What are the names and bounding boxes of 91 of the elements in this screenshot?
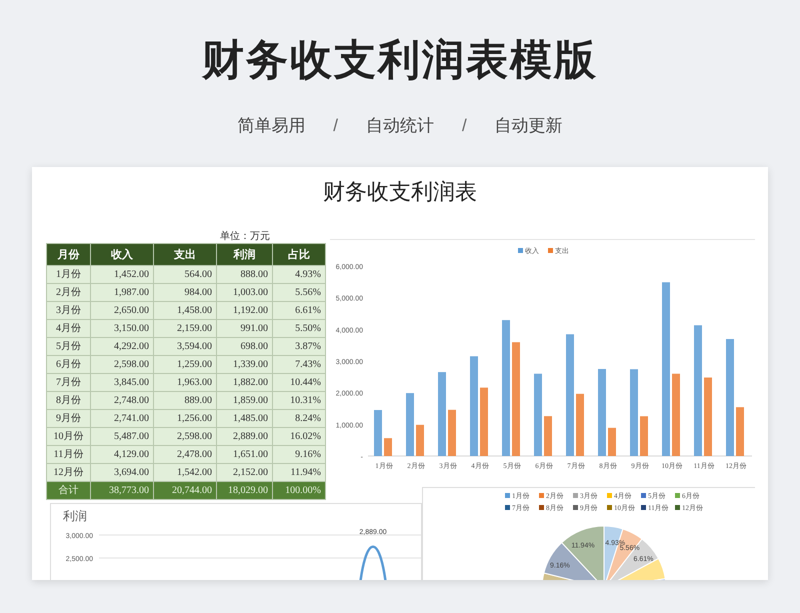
column-header: 支出 [154, 244, 216, 266]
table-cell: 2,748.00 [90, 392, 154, 410]
table-cell: 5月份 [46, 338, 90, 356]
column-header: 收入 [90, 244, 154, 266]
table-cell: 1,003.00 [216, 284, 272, 302]
column-header: 占比 [272, 244, 326, 266]
table-cell: 3,845.00 [90, 374, 154, 392]
table-cell: 12月份 [46, 464, 90, 482]
table-cell: 1,882.00 [216, 374, 272, 392]
bar [448, 410, 456, 456]
table-cell: 2,741.00 [90, 410, 154, 428]
total-cell: 18,029.00 [216, 482, 272, 500]
table-cell: 2,159.00 [154, 320, 216, 338]
table-cell: 888.00 [216, 266, 272, 284]
table-cell: 2,889.00 [216, 428, 272, 446]
table-cell: 3,694.00 [90, 464, 154, 482]
table-cell: 7.43% [272, 356, 326, 374]
bar [416, 424, 424, 456]
table-cell: 1,542.00 [154, 464, 216, 482]
feature-label: 自动统计 [366, 115, 434, 138]
table-cell: 1,859.00 [216, 392, 272, 410]
table-cell: 1,987.00 [90, 284, 154, 302]
total-cell: 38,773.00 [90, 482, 154, 500]
table-cell: 16.02% [272, 428, 326, 446]
total-cell: 100.00% [272, 482, 326, 500]
table-cell: 1月份 [46, 266, 90, 284]
table-cell: 10.31% [272, 392, 326, 410]
bar [374, 410, 382, 456]
table-cell: 6月份 [46, 356, 90, 374]
table-cell: 991.00 [216, 320, 272, 338]
table-cell: 10月份 [46, 428, 90, 446]
table-cell: 2,478.00 [154, 446, 216, 464]
bar [480, 388, 488, 456]
table-cell: 564.00 [154, 266, 216, 284]
table-cell: 1,963.00 [154, 374, 216, 392]
separator-slash: / [462, 115, 467, 138]
table-cell: 1,651.00 [216, 446, 272, 464]
table-cell: 1,192.00 [216, 302, 272, 320]
bar [608, 428, 616, 456]
table-cell: 889.00 [154, 392, 216, 410]
table-cell: 3,594.00 [154, 338, 216, 356]
table-cell: 4,292.00 [90, 338, 154, 356]
table-cell: 2月份 [46, 284, 90, 302]
table-cell: 1,452.00 [90, 266, 154, 284]
table-cell: 1,485.00 [216, 410, 272, 428]
table-cell: 5.50% [272, 320, 326, 338]
table-cell: 4,129.00 [90, 446, 154, 464]
column-header: 月份 [46, 244, 90, 266]
table-cell: 11.94% [272, 464, 326, 482]
unit-label: 单位：万元 [220, 230, 270, 244]
table-cell: 9.16% [272, 446, 326, 464]
table-cell: 1,458.00 [154, 302, 216, 320]
table-cell: 10.44% [272, 374, 326, 392]
column-header: 利润 [216, 244, 272, 266]
table-cell: 3月份 [46, 302, 90, 320]
bar [384, 438, 392, 456]
total-cell: 20,744.00 [154, 482, 216, 500]
table-cell: 7月份 [46, 374, 90, 392]
chart-title: 利润 [63, 509, 87, 523]
table-cell: 8.24% [272, 410, 326, 428]
table-cell: 2,152.00 [216, 464, 272, 482]
bar [544, 416, 552, 456]
table-cell: 1,256.00 [154, 410, 216, 428]
table-cell: 698.00 [216, 338, 272, 356]
table-cell: 2,650.00 [90, 302, 154, 320]
table-cell: 5,487.00 [90, 428, 154, 446]
table-cell: 11月份 [46, 446, 90, 464]
table-cell: 4月份 [46, 320, 90, 338]
table-cell: 3.87% [272, 338, 326, 356]
table-cell: 8月份 [46, 392, 90, 410]
table-cell: 6.61% [272, 302, 326, 320]
table-cell: 1,339.00 [216, 356, 272, 374]
table-cell: 984.00 [154, 284, 216, 302]
table-cell: 9月份 [46, 410, 90, 428]
table-cell: 5.56% [272, 284, 326, 302]
bar [736, 407, 744, 456]
table-cell: 4.93% [272, 266, 326, 284]
page-title: 财务收支利润表模版 [202, 35, 598, 85]
bar [406, 393, 414, 456]
table-cell: 1,259.00 [154, 356, 216, 374]
feature-label: 自动更新 [494, 115, 563, 138]
bar [640, 416, 648, 456]
table-cell: 2,598.00 [90, 356, 154, 374]
table-cell: 2,598.00 [154, 428, 216, 446]
feature-label: 简单易用 [237, 115, 306, 138]
bar [576, 394, 584, 456]
sheet-title: 财务收支利润表 [322, 178, 478, 206]
separator-slash: / [333, 115, 338, 138]
total-cell: 合计 [46, 482, 90, 500]
line-series [358, 546, 388, 580]
table-cell: 3,150.00 [90, 320, 154, 338]
